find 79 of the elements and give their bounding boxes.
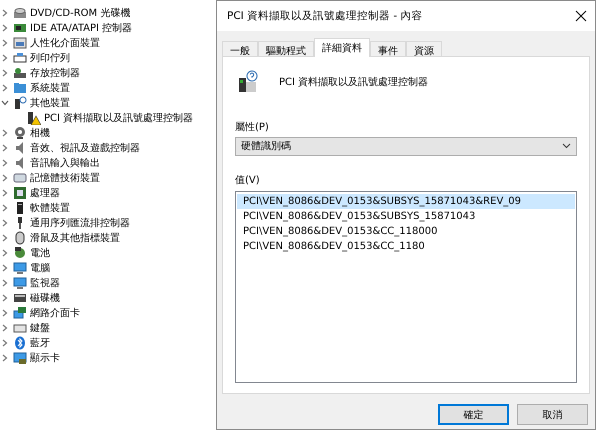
monitor-icon (13, 276, 27, 290)
chevron-right-icon[interactable] (0, 158, 10, 168)
monitor-icon (13, 260, 27, 274)
tree-item[interactable]: 相機 (30, 126, 50, 140)
chevron-right-icon[interactable] (0, 202, 10, 212)
network-icon (13, 306, 27, 320)
tree-item[interactable]: 監視器 (30, 276, 60, 290)
tree-item[interactable]: 藍牙 (30, 336, 50, 350)
tree-item[interactable]: 系統裝置 (30, 80, 70, 94)
tree-item[interactable]: 音訊輸入與輸出 (30, 156, 100, 170)
warning-device-icon (27, 110, 41, 124)
value-label: 值(V) (235, 174, 261, 187)
tree-item[interactable]: 電腦 (30, 260, 50, 274)
printer-icon (13, 50, 27, 64)
tree-item[interactable]: 列印佇列 (30, 50, 70, 64)
chevron-right-icon[interactable] (0, 68, 10, 78)
chevron-right-icon[interactable] (0, 128, 10, 138)
chevron-right-icon[interactable] (0, 292, 10, 302)
tree-item[interactable]: PCI 資料擷取以及訊號處理控制器 (44, 110, 194, 124)
chevron-right-icon[interactable] (0, 8, 10, 18)
tree-item[interactable]: DVD/CD-ROM 光碟機 (30, 6, 130, 20)
tree-item[interactable]: 其他裝置 (30, 96, 70, 110)
list-item[interactable]: PCI\VEN_8086&DEV_0153&CC_1180 (237, 238, 575, 254)
tree-item[interactable]: 顯示卡 (30, 350, 60, 364)
chevron-right-icon[interactable] (0, 82, 10, 92)
chevron-right-icon[interactable] (0, 142, 10, 152)
tab[interactable]: 詳細資料 (314, 38, 370, 57)
property-dropdown[interactable]: 硬體識別碼 (235, 137, 577, 156)
chevron-right-icon[interactable] (0, 188, 10, 198)
window-title: PCI 資料擷取以及訊號處理控制器 - 內容 (227, 9, 423, 23)
chevron-right-icon[interactable] (0, 278, 10, 288)
chevron-down-icon[interactable] (562, 143, 571, 150)
tab[interactable]: 驅動程式 (258, 41, 314, 56)
tree-item[interactable]: 電池 (30, 246, 50, 260)
tree-item[interactable]: 處理器 (30, 186, 60, 200)
tree-item[interactable]: IDE ATA/ATAPI 控制器 (30, 20, 132, 34)
tree-item[interactable]: 網路介面卡 (30, 306, 80, 320)
close-icon[interactable] (575, 10, 587, 22)
chevron-right-icon[interactable] (0, 322, 10, 332)
chevron-right-icon[interactable] (0, 308, 10, 318)
bluetooth-icon (13, 336, 27, 350)
unknown-device-icon (13, 96, 27, 110)
chevron-right-icon[interactable] (0, 22, 10, 32)
tree-item[interactable]: 音效、視訊及遊戲控制器 (30, 140, 140, 154)
tree-item[interactable]: 通用序列匯流排控制器 (30, 216, 130, 230)
tree-item[interactable]: 磁碟機 (30, 290, 60, 304)
list-item[interactable]: PCI\VEN_8086&DEV_0153&SUBSYS_15871043&REV_09 (237, 194, 575, 209)
unknown-device-icon (237, 70, 259, 94)
tree-item[interactable]: 軟體裝置 (30, 200, 70, 214)
chevron-right-icon[interactable] (0, 248, 10, 258)
device-name: PCI 資料擷取以及訊號處理控制器 (279, 76, 428, 89)
chevron-right-icon[interactable] (0, 172, 10, 182)
processor-icon (13, 186, 27, 200)
mouse-icon (13, 230, 27, 244)
tree-item[interactable]: 記憶體技術裝置 (30, 170, 100, 184)
tree-item[interactable]: 人性化介面裝置 (30, 36, 100, 50)
chevron-right-icon[interactable] (0, 218, 10, 228)
chevron-right-icon[interactable] (0, 338, 10, 348)
tree-item[interactable]: 存放控制器 (30, 66, 80, 80)
folder-icon (13, 80, 27, 94)
memory-card-icon (13, 170, 27, 184)
chevron-right-icon[interactable] (0, 38, 10, 48)
tab[interactable]: 一般 (222, 41, 258, 56)
tab[interactable]: 資源 (406, 41, 442, 56)
chevron-right-icon[interactable] (0, 262, 10, 272)
webcam-icon (13, 126, 27, 140)
chevron-right-icon[interactable] (0, 232, 10, 242)
display-adapter-icon (13, 350, 27, 364)
ok-button[interactable]: 確定 (438, 404, 509, 425)
tree-item[interactable]: 鍵盤 (30, 320, 50, 334)
tab[interactable]: 事件 (370, 41, 406, 56)
list-item[interactable]: PCI\VEN_8086&DEV_0153&SUBSYS_15871043 (237, 208, 575, 224)
cancel-button[interactable]: 取消 (517, 404, 588, 425)
tree-item[interactable]: 滑鼠及其他指標裝置 (30, 230, 120, 244)
disc-drive-icon (13, 6, 27, 20)
property-label: 屬性(P) (235, 120, 270, 134)
list-item[interactable]: PCI\VEN_8086&DEV_0153&CC_118000 (237, 224, 575, 239)
chevron-right-icon[interactable] (0, 52, 10, 62)
chevron-right-icon[interactable] (0, 352, 10, 362)
